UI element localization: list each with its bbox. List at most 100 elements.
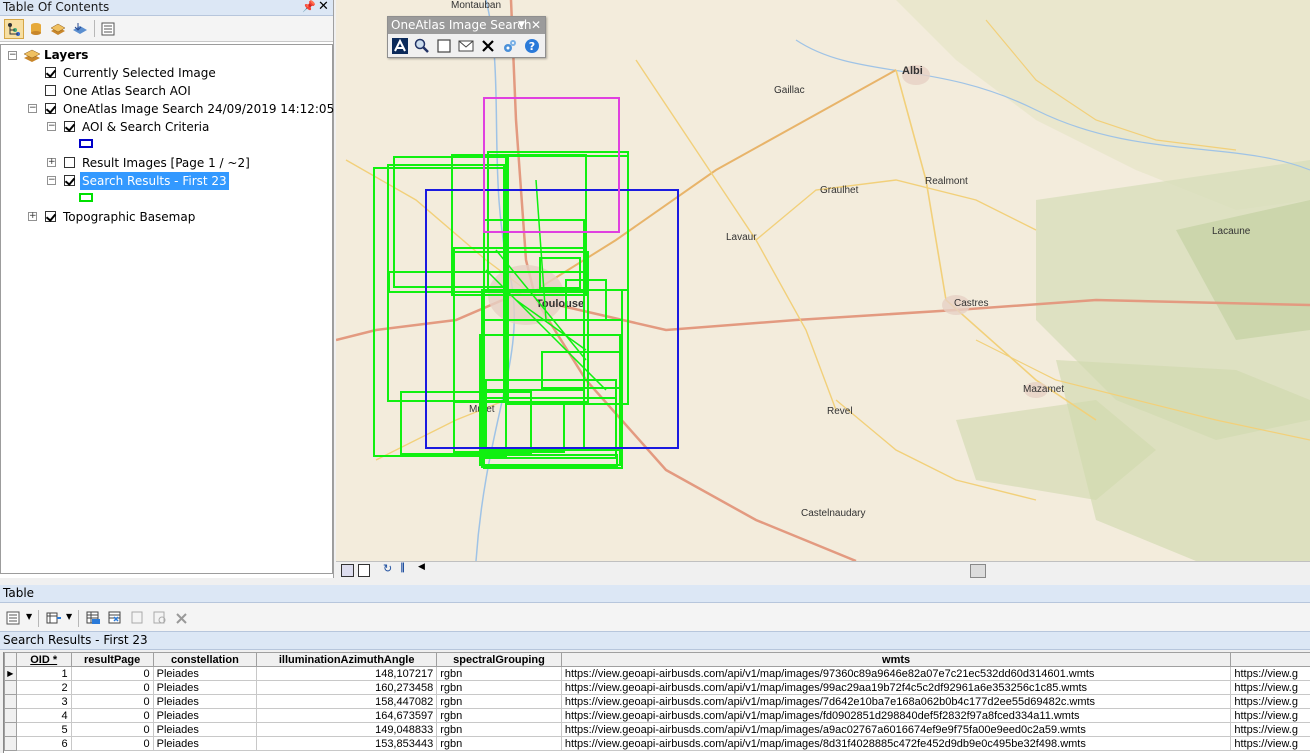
cell-oid[interactable]: 3 [15, 694, 72, 709]
layers-root-label[interactable]: Layers [44, 46, 88, 64]
table-row[interactable]: 6 0 Pleiades 153,853443 rgbn https://vie… [4, 736, 1310, 751]
table-row[interactable]: 4 0 Pleiades 164,673597 rgbn https://vie… [4, 708, 1310, 723]
cell-wmts[interactable]: https://view.geoapi-airbusds.com/api/v1/… [560, 694, 1232, 709]
map-canvas[interactable]: Montauban Albi Gaillac Graulhet Realmont… [336, 0, 1310, 561]
expand-basemap-icon[interactable]: + [28, 212, 37, 221]
related-tables-button[interactable] [44, 608, 64, 628]
cell-wmts[interactable]: https://view.geoapi-airbusds.com/api/v1/… [560, 680, 1232, 695]
search-group-label[interactable]: OneAtlas Image Search 24/09/2019 14:12:0… [63, 100, 334, 118]
attribute-grid[interactable]: OID * resultPage constellation illuminat… [3, 652, 1310, 753]
delete-button[interactable] [479, 37, 497, 54]
aoi-symbol-swatch[interactable] [79, 139, 93, 148]
cell-resultpage[interactable]: 0 [70, 694, 154, 709]
cell-illumination[interactable]: 149,048833 [256, 722, 438, 737]
cell-constellation[interactable]: Pleiades [152, 666, 258, 681]
collapse-criteria-icon[interactable]: − [47, 122, 56, 131]
search-results-checkbox[interactable] [64, 175, 75, 186]
search-results-label[interactable]: Search Results - First 23 [80, 172, 229, 190]
switch-selection-button[interactable] [106, 608, 126, 628]
select-by-attributes-button[interactable] [84, 608, 104, 628]
aoi-layer-label[interactable]: One Atlas Search AOI [63, 82, 191, 100]
result-images-label[interactable]: Result Images [Page 1 / ~2] [82, 154, 250, 172]
cell-extra[interactable]: https://view.g [1230, 708, 1310, 723]
search-group-checkbox[interactable] [45, 103, 56, 114]
cell-illumination[interactable]: 153,853443 [256, 736, 438, 751]
cell-resultpage[interactable]: 0 [70, 666, 154, 681]
data-view-button[interactable] [341, 564, 354, 577]
cell-oid[interactable]: 5 [15, 722, 72, 737]
currently-selected-image-label[interactable]: Currently Selected Image [63, 64, 216, 82]
pause-icon[interactable]: ‖ [400, 562, 405, 573]
cell-constellation[interactable]: Pleiades [152, 708, 258, 723]
scroll-left-icon[interactable]: ◀ [418, 562, 425, 572]
envelope-button[interactable] [457, 37, 475, 54]
list-by-selection-button[interactable] [70, 19, 90, 39]
column-header-extra[interactable] [1230, 652, 1310, 667]
row-indicator[interactable] [4, 736, 17, 751]
cell-resultpage[interactable]: 0 [70, 708, 154, 723]
column-header-resultpage[interactable]: resultPage [70, 652, 154, 667]
cell-constellation[interactable]: Pleiades [152, 722, 258, 737]
column-header-constellation[interactable]: constellation [152, 652, 258, 667]
clear-selection-button[interactable] [128, 608, 148, 628]
cell-spectral[interactable]: rgbn [436, 666, 562, 681]
cell-resultpage[interactable]: 0 [70, 680, 154, 695]
cell-wmts[interactable]: https://view.geoapi-airbusds.com/api/v1/… [560, 722, 1232, 737]
column-header-illumination[interactable]: illuminationAzimuthAngle [256, 652, 438, 667]
row-indicator[interactable] [4, 722, 17, 737]
collapse-search-results-icon[interactable]: − [47, 176, 56, 185]
cell-resultpage[interactable]: 0 [70, 736, 154, 751]
current-row-indicator[interactable]: ▶ [4, 666, 17, 681]
cell-constellation[interactable]: Pleiades [152, 694, 258, 709]
airbus-logo-button[interactable] [391, 37, 409, 54]
toolbar-close-icon[interactable]: ✕ [531, 17, 541, 34]
currently-selected-image-checkbox[interactable] [45, 67, 56, 78]
horizontal-scroll-thumb[interactable] [970, 564, 986, 578]
cell-illumination[interactable]: 164,673597 [256, 708, 438, 723]
result-images-checkbox[interactable] [64, 157, 75, 168]
cell-constellation[interactable]: Pleiades [152, 680, 258, 695]
options-button[interactable] [98, 19, 118, 39]
refresh-icon[interactable]: ↻ [383, 562, 392, 575]
results-symbol-swatch[interactable] [79, 193, 93, 202]
toolbar-dropdown-icon[interactable]: ▼ [518, 17, 525, 34]
table-row[interactable]: 2 0 Pleiades 160,273458 rgbn https://vie… [4, 680, 1310, 695]
cell-extra[interactable]: https://view.g [1230, 722, 1310, 737]
basemap-label[interactable]: Topographic Basemap [63, 208, 195, 226]
column-header-oid[interactable]: OID * [15, 652, 72, 667]
cell-illumination[interactable]: 160,273458 [256, 680, 438, 695]
pin-icon[interactable]: 📌 [302, 0, 316, 13]
cell-illumination[interactable]: 158,447082 [256, 694, 438, 709]
rectangle-select-button[interactable] [435, 37, 453, 54]
close-icon[interactable]: ✕ [318, 0, 329, 14]
cell-wmts[interactable]: https://view.geoapi-airbusds.com/api/v1/… [560, 666, 1232, 681]
zoom-search-button[interactable] [413, 37, 431, 54]
list-by-visibility-button[interactable] [48, 19, 68, 39]
basemap-checkbox[interactable] [45, 211, 56, 222]
settings-button[interactable] [501, 37, 519, 54]
list-by-drawing-order-button[interactable] [4, 19, 24, 39]
cell-oid[interactable]: 2 [15, 680, 72, 695]
column-header-spectral[interactable]: spectralGrouping [436, 652, 562, 667]
column-header-wmts[interactable]: wmts [560, 652, 1232, 667]
cell-spectral[interactable]: rgbn [436, 722, 562, 737]
table-tab[interactable]: Search Results - First 23 [0, 631, 1310, 650]
expand-result-images-icon[interactable]: + [47, 158, 56, 167]
cell-resultpage[interactable]: 0 [70, 722, 154, 737]
map-view[interactable]: Montauban Albi Gaillac Graulhet Realmont… [336, 0, 1310, 561]
row-indicator-header[interactable] [4, 652, 17, 667]
row-indicator[interactable] [4, 694, 17, 709]
delete-selected-button[interactable] [172, 608, 192, 628]
zoom-to-selected-button[interactable] [150, 608, 170, 628]
table-row[interactable]: ▶ 1 0 Pleiades 148,107217 rgbn https://v… [4, 666, 1310, 681]
cell-spectral[interactable]: rgbn [436, 694, 562, 709]
layout-view-button[interactable] [358, 564, 370, 577]
collapse-search-group-icon[interactable]: − [28, 104, 37, 113]
cell-spectral[interactable]: rgbn [436, 680, 562, 695]
table-row[interactable]: 3 0 Pleiades 158,447082 rgbn https://vie… [4, 694, 1310, 709]
cell-wmts[interactable]: https://view.geoapi-airbusds.com/api/v1/… [560, 736, 1232, 751]
cell-oid[interactable]: 1 [15, 666, 72, 681]
list-by-source-button[interactable] [26, 19, 46, 39]
oneatlas-toolbar-header[interactable]: OneAtlas Image Search ▼ ✕ [388, 17, 545, 34]
cell-spectral[interactable]: rgbn [436, 708, 562, 723]
